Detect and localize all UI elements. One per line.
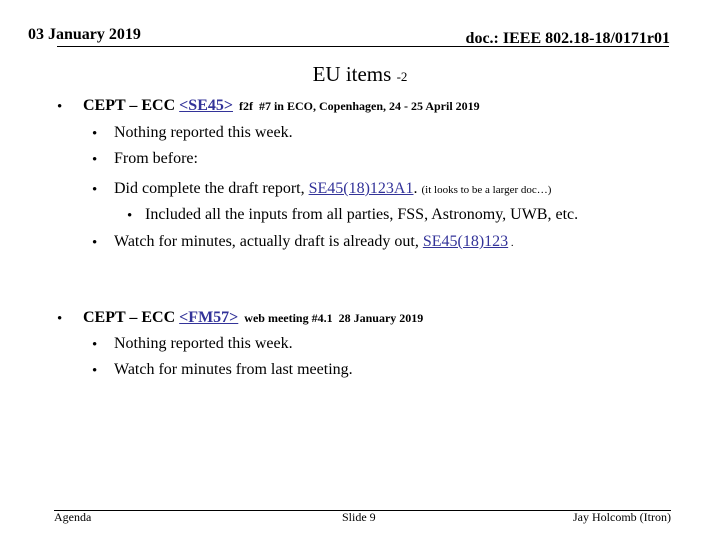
slide-title-main: EU items (312, 62, 392, 86)
slide-title-suffix: -2 (396, 69, 408, 84)
footer-slide-number: Slide 9 (342, 510, 376, 524)
bullet-icon: • (57, 311, 63, 327)
section-heading-fm57: CEPT – ECC <FM57> web meeting #4.1 28 Ja… (83, 309, 423, 327)
list-item: Nothing reported this week. (114, 335, 293, 352)
bullet-icon: • (92, 337, 98, 353)
bullet-icon: • (57, 99, 63, 115)
list-item: Included all the inputs from all parties… (145, 206, 579, 223)
bullet-icon: • (92, 126, 98, 142)
link-se45[interactable]: <SE45> (179, 97, 233, 114)
section-prefix: CEPT – ECC (83, 309, 180, 326)
bullet-icon: • (92, 182, 98, 198)
link-se45-18-123a1[interactable]: SE45(18)123A1 (309, 180, 414, 197)
item-text: Watch for minutes, actually draft is alr… (114, 233, 423, 250)
header-divider (57, 46, 669, 47)
section-heading-se45: CEPT – ECC <SE45> f2f #7 in ECO, Copenha… (83, 97, 480, 115)
link-se45-18-123[interactable]: SE45(18)123 (423, 233, 508, 250)
section-detail: f2f #7 in ECO, Copenhagen, 24 - 25 April… (232, 99, 480, 113)
item-after: . (508, 237, 514, 249)
footer-author: Jay Holcomb (Itron) (573, 510, 671, 524)
bullet-icon: • (92, 152, 98, 168)
footer-left: Agenda (54, 510, 92, 524)
header-date: 03 January 2019 (28, 26, 141, 43)
list-item: From before: (114, 150, 198, 167)
list-item: Nothing reported this week. (114, 124, 293, 141)
slide-title: EU items -2 (0, 62, 720, 87)
list-item: Watch for minutes, actually draft is alr… (114, 233, 514, 251)
bullet-icon: • (127, 208, 133, 224)
item-text: Did complete the draft report, (114, 180, 309, 197)
list-item: Did complete the draft report, SE45(18)1… (114, 180, 551, 198)
section-detail: web meeting #4.1 28 January 2019 (238, 311, 424, 325)
list-item: Watch for minutes from last meeting. (114, 361, 353, 378)
link-fm57[interactable]: <FM57> (179, 309, 238, 326)
bullet-icon: • (92, 235, 98, 251)
section-prefix: CEPT – ECC (83, 97, 180, 114)
item-note: (it looks to be a larger doc…) (421, 184, 552, 196)
bullet-icon: • (92, 363, 98, 379)
